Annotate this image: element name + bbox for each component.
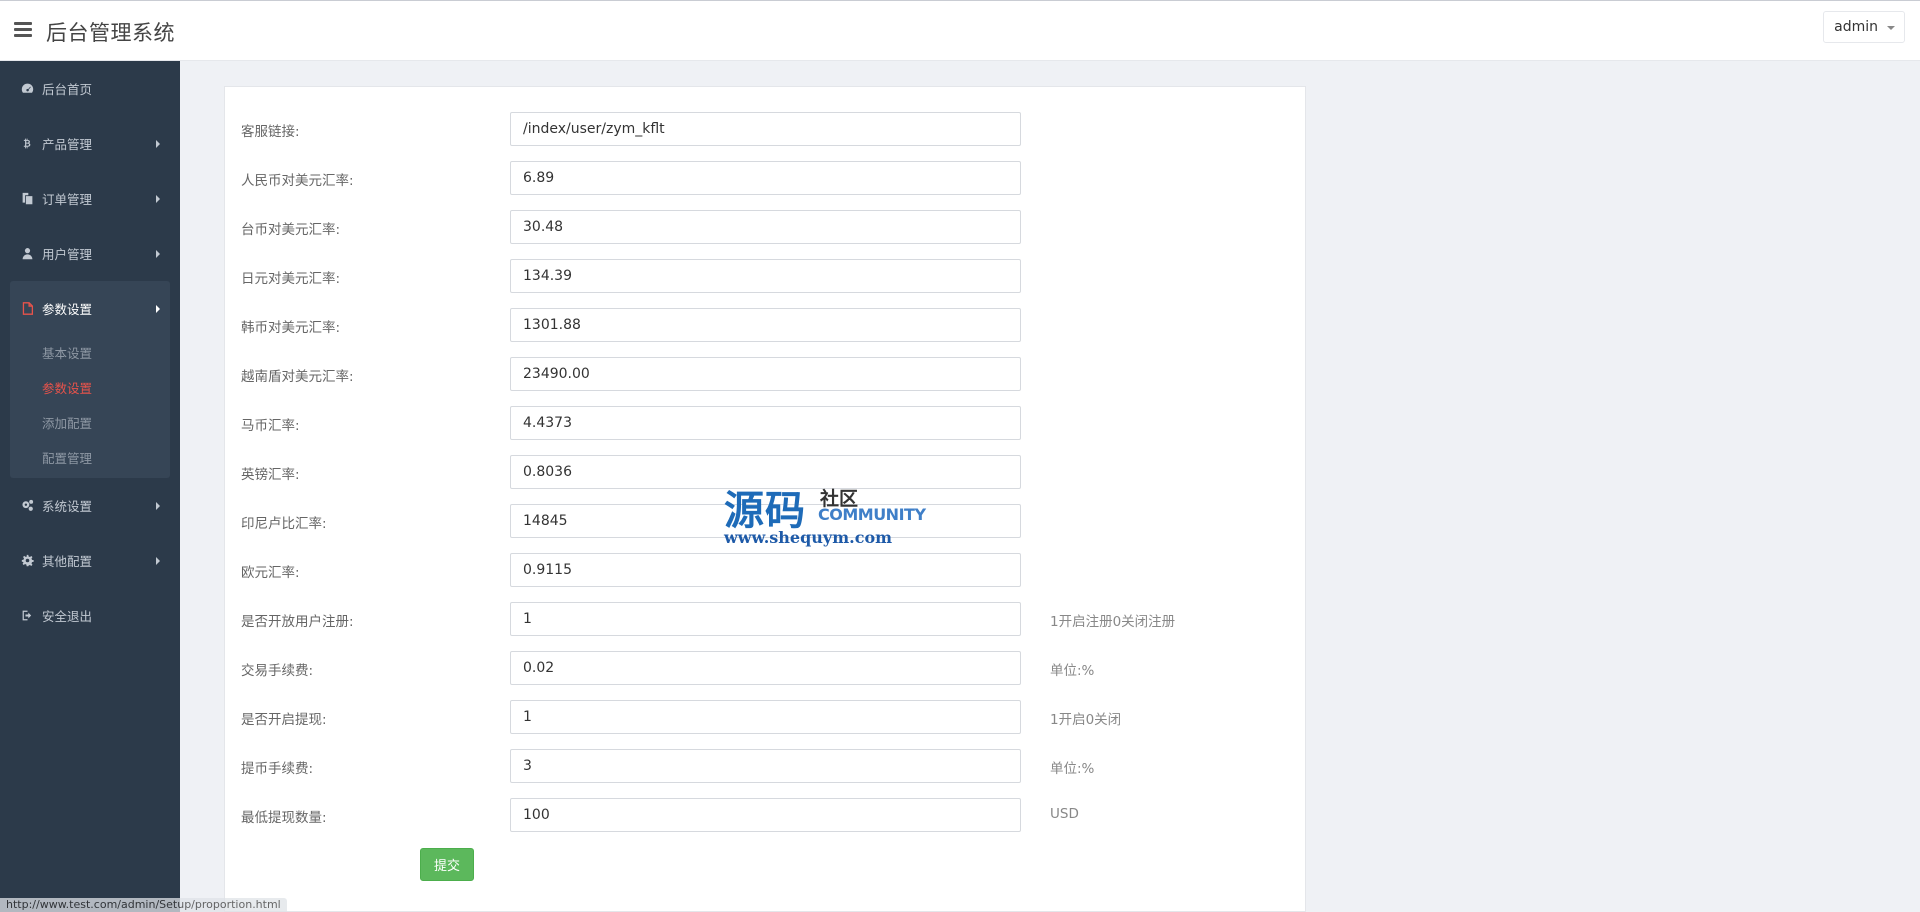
form-row: 是否开放用户注册: 1开启注册0关闭注册 xyxy=(225,602,1307,636)
field-input[interactable] xyxy=(510,259,1021,293)
submit-button[interactable]: 提交 xyxy=(420,848,474,881)
field-label: 交易手续费: xyxy=(241,663,314,679)
file-icon xyxy=(20,302,34,316)
form-row: 马币汇率: xyxy=(225,406,1307,440)
field-input[interactable] xyxy=(510,602,1021,636)
chevron-right-icon xyxy=(156,250,160,258)
field-label: 越南盾对美元汇率: xyxy=(241,369,354,385)
form-row: 最低提现数量: USD xyxy=(225,798,1307,832)
sidebar-group-params: 参数设置 基本设置 参数设置 添加配置 配置管理 xyxy=(10,281,170,478)
sidebar-subitem[interactable]: 添加配置 xyxy=(10,406,170,441)
sidebar-item-label: 参数设置 xyxy=(42,302,93,317)
gears-icon xyxy=(20,499,34,513)
sidebar-subitem[interactable]: 配置管理 xyxy=(10,441,170,476)
field-label: 是否开放用户注册: xyxy=(241,614,354,630)
field-label: 提币手续费: xyxy=(241,761,314,777)
chevron-right-icon xyxy=(156,305,160,313)
caret-down-icon xyxy=(1887,26,1895,30)
field-input[interactable] xyxy=(510,700,1021,734)
field-label: 印尼卢比汇率: xyxy=(241,516,327,532)
field-hint: 单位:% xyxy=(1050,663,1095,679)
form-row: 日元对美元汇率: xyxy=(225,259,1307,293)
sidebar-item-label: 后台首页 xyxy=(42,82,93,97)
field-label: 客服链接: xyxy=(241,124,300,140)
sidebar-subitem[interactable]: 基本设置 xyxy=(10,336,170,371)
field-label: 英镑汇率: xyxy=(241,467,300,483)
form-row: 提币手续费: 单位:% xyxy=(225,749,1307,783)
sidebar-item-gear[interactable]: 其他配置 xyxy=(0,533,180,588)
menu-toggle-icon[interactable] xyxy=(14,22,32,38)
gear-icon xyxy=(20,554,34,568)
field-input[interactable] xyxy=(510,112,1021,146)
field-input[interactable] xyxy=(510,308,1021,342)
sidebar-item-sign-out[interactable]: 安全退出 xyxy=(0,588,180,643)
field-hint: 单位:% xyxy=(1050,761,1095,777)
user-dropdown[interactable]: admin xyxy=(1823,11,1905,43)
sidebar-item-label: 订单管理 xyxy=(42,192,93,207)
field-input[interactable] xyxy=(510,651,1021,685)
watermark-url: www.shequym.com xyxy=(724,528,893,547)
field-label: 人民币对美元汇率: xyxy=(241,173,354,189)
sidebar-item-label: 用户管理 xyxy=(42,247,93,262)
form-row: 客服链接: xyxy=(225,112,1307,146)
bitcoin-icon xyxy=(20,137,34,151)
user-icon xyxy=(20,247,34,261)
form-row: 台币对美元汇率: xyxy=(225,210,1307,244)
form-row: 越南盾对美元汇率: xyxy=(225,357,1307,391)
sidebar-item-params[interactable]: 参数设置 xyxy=(10,281,170,336)
sidebar-item-user[interactable]: 用户管理 xyxy=(0,226,180,281)
field-input[interactable] xyxy=(510,406,1021,440)
browser-status-bar: http://www.test.com/admin/Setup/proporti… xyxy=(0,898,287,912)
dashboard-icon xyxy=(20,82,34,96)
watermark-en: COMMUNITY xyxy=(818,505,926,524)
field-input[interactable] xyxy=(510,798,1021,832)
form-row: 韩币对美元汇率: xyxy=(225,308,1307,342)
form-row: 是否开启提现: 1开启0关闭 xyxy=(225,700,1307,734)
sidebar-item-gears[interactable]: 系统设置 xyxy=(0,478,180,533)
field-label: 是否开启提现: xyxy=(241,712,327,728)
sidebar: 后台首页 产品管理 订单管理 用户管理 参数设置 基本设置 参数设置 添加配置 配置管理 系… xyxy=(0,61,180,912)
chevron-right-icon xyxy=(156,557,160,565)
field-hint: 1开启0关闭 xyxy=(1050,712,1122,728)
field-label: 最低提现数量: xyxy=(241,810,327,826)
form-row: 人民币对美元汇率: xyxy=(225,161,1307,195)
sidebar-item-label: 系统设置 xyxy=(42,499,93,514)
field-label: 韩币对美元汇率: xyxy=(241,320,341,336)
chevron-right-icon xyxy=(156,502,160,510)
sidebar-item-label: 产品管理 xyxy=(42,137,93,152)
field-label: 欧元汇率: xyxy=(241,565,300,581)
field-label: 日元对美元汇率: xyxy=(241,271,341,287)
copy-icon xyxy=(20,192,34,206)
sidebar-item-bitcoin[interactable]: 产品管理 xyxy=(0,116,180,171)
sign-out-icon xyxy=(20,609,34,623)
field-hint: 1开启注册0关闭注册 xyxy=(1050,614,1176,630)
field-input[interactable] xyxy=(510,357,1021,391)
field-input[interactable] xyxy=(510,210,1021,244)
sidebar-item-copy[interactable]: 订单管理 xyxy=(0,171,180,226)
sidebar-item-label: 安全退出 xyxy=(42,609,93,624)
form-row: 交易手续费: 单位:% xyxy=(225,651,1307,685)
sidebar-item-label: 其他配置 xyxy=(42,554,93,569)
field-label: 马币汇率: xyxy=(241,418,300,434)
field-input[interactable] xyxy=(510,749,1021,783)
field-input[interactable] xyxy=(510,161,1021,195)
sidebar-subitem[interactable]: 参数设置 xyxy=(10,371,170,406)
top-header: 后台管理系统 admin xyxy=(0,0,1920,61)
app-title: 后台管理系统 xyxy=(46,21,175,45)
chevron-right-icon xyxy=(156,140,160,148)
form-row: 欧元汇率: xyxy=(225,553,1307,587)
user-name: admin xyxy=(1834,19,1878,35)
chevron-right-icon xyxy=(156,195,160,203)
sidebar-item-dashboard[interactable]: 后台首页 xyxy=(0,61,180,116)
field-input[interactable] xyxy=(510,553,1021,587)
field-label: 台币对美元汇率: xyxy=(241,222,341,238)
field-hint: USD xyxy=(1050,806,1079,822)
watermark-logo: 源码 社区 COMMUNITY www.shequym.com xyxy=(724,478,926,548)
